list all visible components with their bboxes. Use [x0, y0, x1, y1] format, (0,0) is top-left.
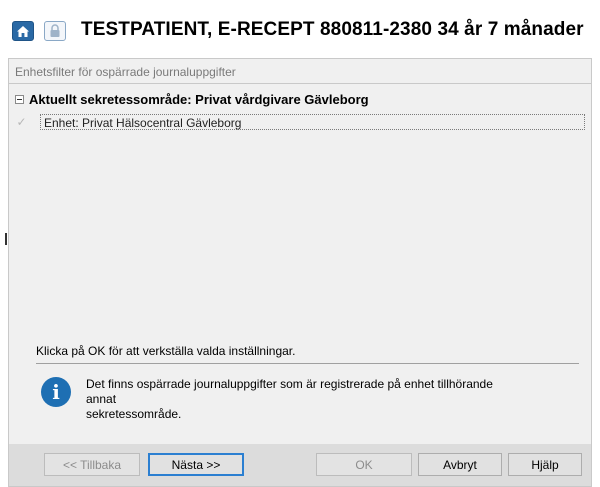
info-message: Det finns ospärrade journaluppgifter som… — [86, 377, 566, 422]
window-edge-marker — [5, 233, 7, 245]
tree-group-node[interactable]: Aktuellt sekretessområde: Privat vårdgiv… — [15, 92, 369, 107]
ok-button[interactable]: OK — [316, 453, 412, 476]
lock-button[interactable] — [44, 21, 66, 41]
button-bar: << Tillbaka Nästa >> OK Avbryt Hjälp — [9, 444, 591, 486]
info-line: Det finns ospärrade journaluppgifter som… — [86, 377, 493, 391]
back-button[interactable]: << Tillbaka — [44, 453, 140, 476]
tree-item-label: Enhet: Privat Hälsocentral Gävleborg — [40, 114, 585, 130]
unit-filter-dialog: Enhetsfilter för ospärrade journaluppgif… — [8, 58, 592, 487]
cancel-button[interactable]: Avbryt — [418, 453, 502, 476]
unit-tree: Aktuellt sekretessområde: Privat vårdgiv… — [9, 84, 591, 334]
checkmark-icon[interactable]: ✓ — [15, 115, 28, 129]
home-icon — [17, 25, 29, 37]
instruction-divider — [36, 363, 579, 364]
patient-title: TESTPATIENT, E-RECEPT 880811-2380 34 år … — [81, 19, 584, 40]
lock-icon — [50, 24, 60, 37]
info-line: annat — [86, 392, 117, 406]
info-icon: i — [41, 377, 71, 407]
next-button[interactable]: Nästa >> — [148, 453, 244, 476]
tree-item-unit[interactable]: ✓ Enhet: Privat Hälsocentral Gävleborg — [15, 113, 585, 131]
home-button[interactable] — [12, 21, 34, 41]
tree-group-label: Aktuellt sekretessområde: Privat vårdgiv… — [29, 92, 369, 107]
collapse-icon[interactable] — [15, 95, 24, 104]
help-button[interactable]: Hjälp — [508, 453, 582, 476]
dialog-title: Enhetsfilter för ospärrade journaluppgif… — [15, 65, 236, 79]
instruction-text: Klicka på OK för att verkställa valda in… — [36, 344, 296, 358]
patient-header: TESTPATIENT, E-RECEPT 880811-2380 34 år … — [0, 0, 600, 58]
info-line: sekretessområde. — [86, 407, 182, 421]
